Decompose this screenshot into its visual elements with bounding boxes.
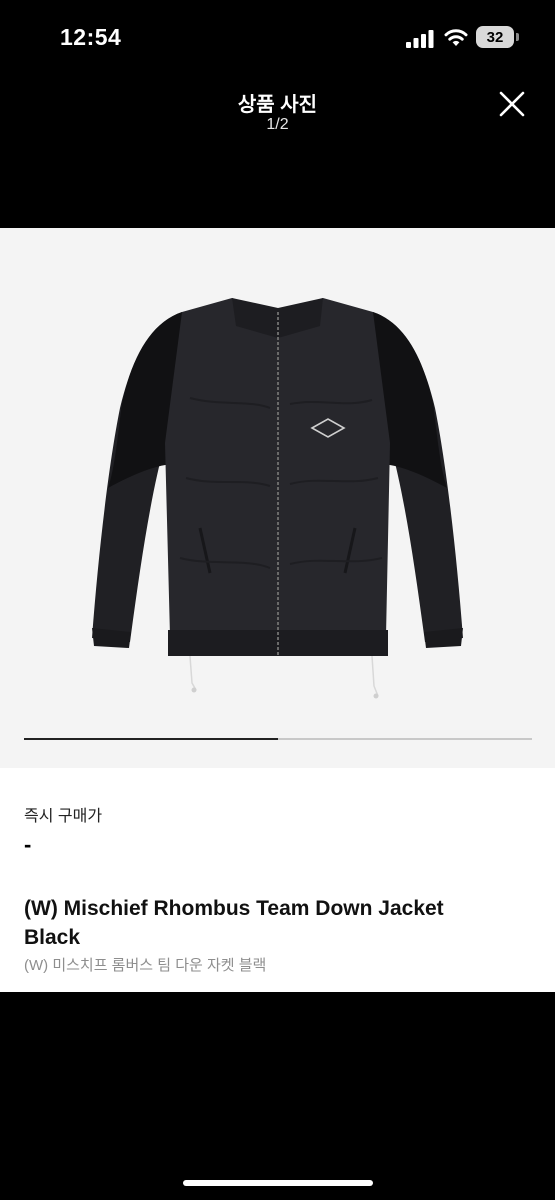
battery-level: 32 [476, 26, 514, 48]
gallery-progress-track [24, 738, 532, 740]
cellular-signal-icon [406, 30, 434, 48]
instant-price-label: 즉시 구매가 [24, 808, 103, 825]
photo-counter: 1/2 [266, 116, 289, 133]
product-name-korean: (W) 미스치프 롬버스 팀 다운 자켓 블랙 [24, 957, 267, 974]
product-image-viewer[interactable] [0, 228, 555, 768]
home-indicator[interactable] [183, 1180, 373, 1186]
status-bar: 12:54 32 [0, 0, 555, 72]
status-time: 12:54 [60, 24, 122, 50]
instant-price-value: - [24, 832, 32, 857]
viewer-header: 상품 사진 1/2 [0, 80, 555, 150]
battery-icon: 32 [476, 26, 520, 48]
wifi-icon [444, 29, 468, 46]
page-title: 상품 사진 [237, 94, 318, 116]
product-name-english: (W) Mischief Rhombus Team Down Jacket Bl… [24, 897, 444, 949]
product-info-card: 즉시 구매가 - (W) Mischief Rhombus Team Down … [0, 768, 555, 992]
gallery-progress-fill [24, 738, 278, 740]
close-icon[interactable] [496, 88, 528, 120]
battery-cap [516, 33, 519, 41]
product-photo[interactable] [0, 228, 555, 728]
